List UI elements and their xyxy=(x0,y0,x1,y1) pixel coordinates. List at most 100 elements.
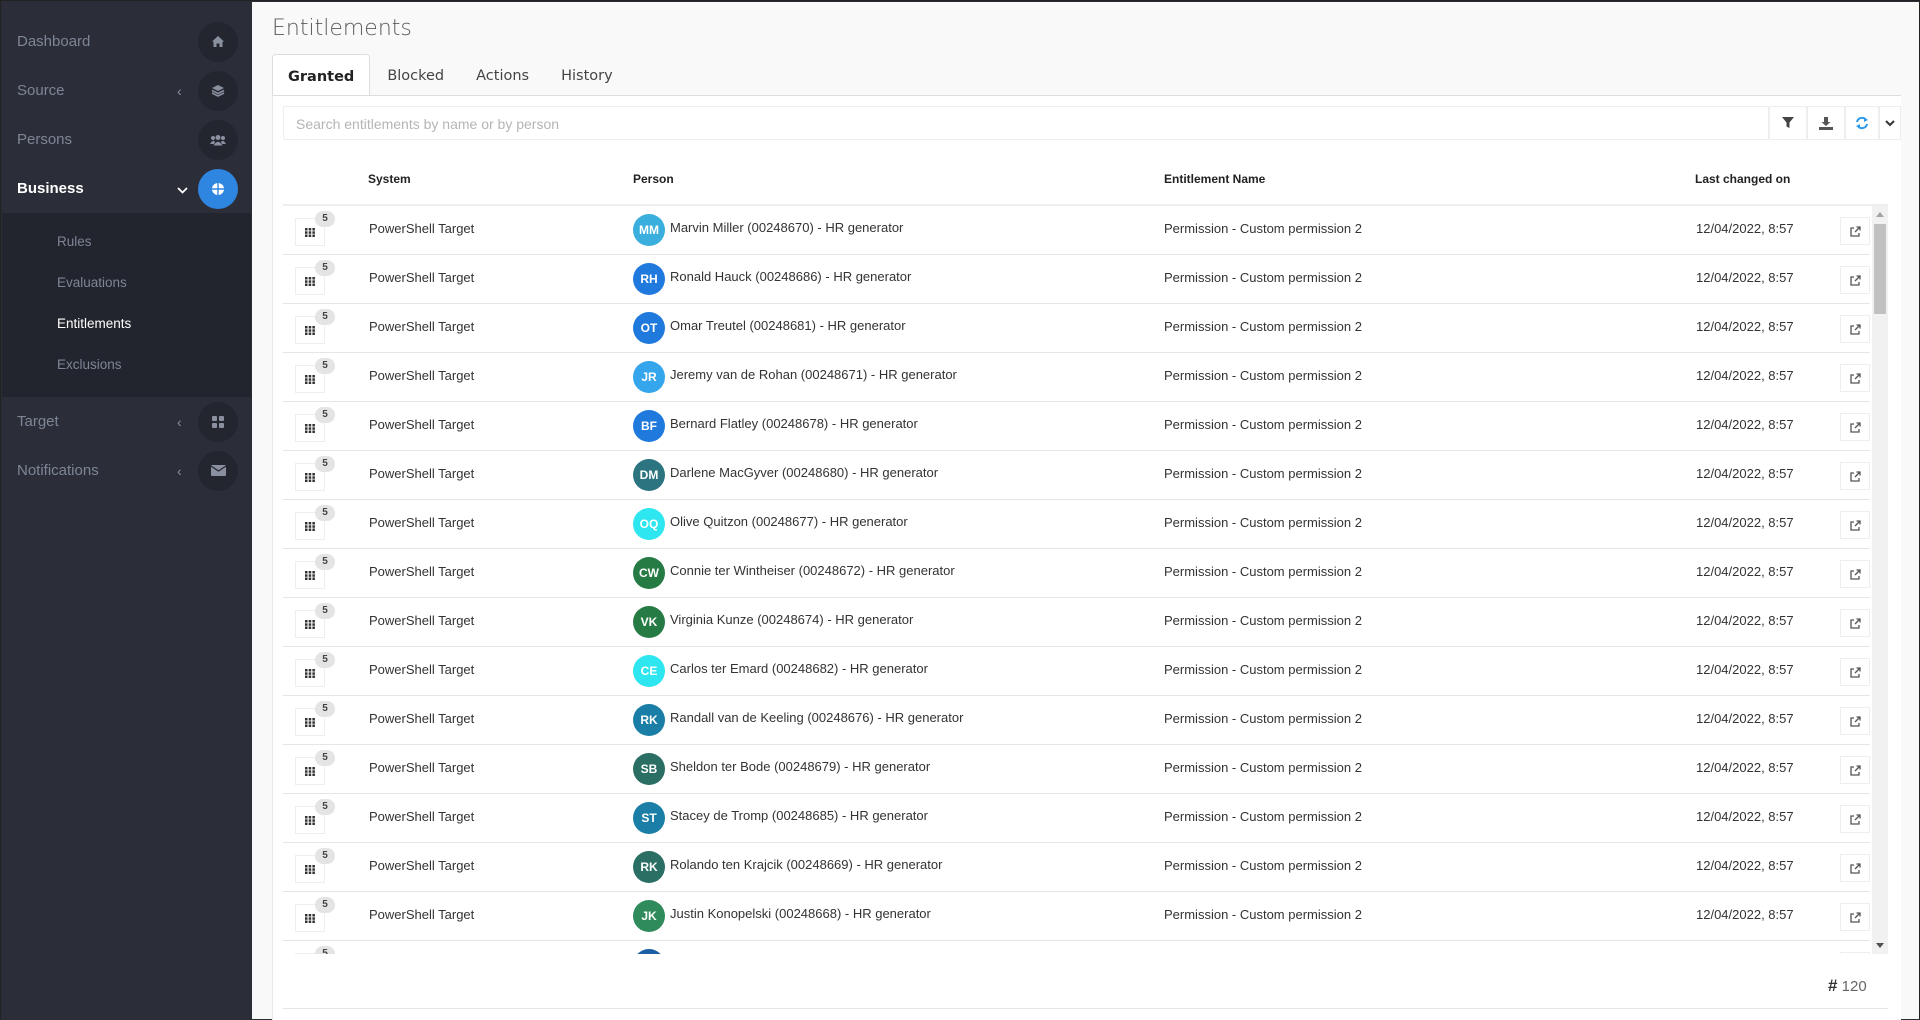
chevron-down-icon xyxy=(177,181,188,197)
person-link[interactable]: Ronald Hauck (00248686) - HR generator xyxy=(670,269,911,284)
count-badge: 5 xyxy=(315,750,335,766)
table-row[interactable]: 5 PowerShell Target CE Carlos ter Emard … xyxy=(283,647,1870,696)
table-row[interactable]: 5 PowerShell Target RH Ronald Hauck (002… xyxy=(283,255,1870,304)
system-cell: PowerShell Target xyxy=(369,466,475,481)
person-link[interactable]: Carlos ter Emard (00248682) - HR generat… xyxy=(670,661,928,676)
tab-blocked[interactable]: Blocked xyxy=(372,54,459,95)
open-external-button[interactable] xyxy=(1840,658,1870,686)
entitlements-panel: Search entitlements by name or by person… xyxy=(272,95,1901,1020)
table-row[interactable]: 5 PowerShell Target MM Marvin Miller (00… xyxy=(283,206,1870,255)
person-link[interactable]: Bernard Flatley (00248678) - HR generato… xyxy=(670,416,918,431)
last-changed-cell: 12/04/2022, 8:57 xyxy=(1696,368,1794,383)
person-link[interactable]: Justin Konopelski (00248668) - HR genera… xyxy=(670,906,931,921)
open-external-button[interactable] xyxy=(1840,707,1870,735)
table-row[interactable]: 5 PowerShell Target OQ Olive Quitzon (00… xyxy=(283,500,1870,549)
column-header-entitlement-name[interactable]: Entitlement Name xyxy=(1164,172,1265,186)
avatar: MM xyxy=(633,214,665,246)
sidebar-item-persons[interactable]: Persons xyxy=(2,115,251,164)
avatar: BF xyxy=(633,410,665,442)
system-cell: PowerShell Target xyxy=(369,662,475,677)
person-link[interactable]: Randall van de Keeling (00248676) - HR g… xyxy=(670,710,963,725)
person-link[interactable]: Rolando ten Krajcik (00248669) - HR gene… xyxy=(670,857,942,872)
table-row[interactable]: 5 PowerShell Target BF Bernard Flatley (… xyxy=(283,402,1870,451)
open-external-button[interactable] xyxy=(1840,952,1870,954)
open-external-button[interactable] xyxy=(1840,560,1870,588)
open-external-button[interactable] xyxy=(1840,217,1870,245)
person-link[interactable]: Virginia Kunze (00248674) - HR generator xyxy=(670,612,913,627)
sidebar-item-source[interactable]: Source ‹ xyxy=(2,66,251,115)
table-row[interactable]: 5 PowerShell Target RK Rolando ten Krajc… xyxy=(283,843,1870,892)
scroll-down-arrow-icon[interactable] xyxy=(1876,943,1884,948)
table-scrollbar[interactable] xyxy=(1872,206,1888,954)
open-external-button[interactable] xyxy=(1840,511,1870,539)
open-external-button[interactable] xyxy=(1840,903,1870,931)
person-link[interactable]: Connie ter Wintheiser (00248672) - HR ge… xyxy=(670,563,955,578)
scroll-thumb[interactable] xyxy=(1874,224,1886,314)
system-cell: PowerShell Target xyxy=(369,907,475,922)
system-cell: PowerShell Target xyxy=(369,809,475,824)
count-badge: 5 xyxy=(315,309,335,325)
more-options-button[interactable] xyxy=(1879,106,1901,140)
sidebar-item-notifications[interactable]: Notifications ‹ xyxy=(2,446,251,495)
hash-icon: # xyxy=(1828,976,1838,995)
table-header: System Person Entitlement Name Last chan… xyxy=(283,150,1888,206)
column-header-person[interactable]: Person xyxy=(633,172,674,186)
table-row[interactable]: 5 PowerShell Target VK Virginia Kunze (0… xyxy=(283,598,1870,647)
download-button[interactable] xyxy=(1807,106,1845,140)
person-link[interactable]: Sheldon ter Bode (00248679) - HR generat… xyxy=(670,759,930,774)
open-external-button[interactable] xyxy=(1840,266,1870,294)
total-count: # 120 xyxy=(1828,976,1867,995)
chevron-left-icon: ‹ xyxy=(177,462,182,479)
system-cell: PowerShell Target xyxy=(369,417,475,432)
tab-granted[interactable]: Granted xyxy=(272,54,371,96)
last-changed-cell: 12/04/2022, 8:57 xyxy=(1696,613,1794,628)
external-link-icon xyxy=(1849,764,1861,776)
sidebar-subitem-rules[interactable]: Rules xyxy=(2,221,251,262)
external-link-icon xyxy=(1849,911,1861,923)
sidebar-item-target[interactable]: Target ‹ xyxy=(2,397,251,446)
table-row[interactable]: 5 PowerShell Target JK Justin Konopelski… xyxy=(283,892,1870,941)
table-row[interactable]: 5 PowerShell Target ST Stacey de Tromp (… xyxy=(283,794,1870,843)
scroll-up-arrow-icon[interactable] xyxy=(1876,212,1884,217)
external-link-icon xyxy=(1849,862,1861,874)
table-row[interactable]: 5 PowerShell Target SB Sheldon ter Bode … xyxy=(283,745,1870,794)
open-external-button[interactable] xyxy=(1840,756,1870,784)
column-header-system[interactable]: System xyxy=(368,172,411,186)
person-link[interactable]: Marvin Miller (00248670) - HR generator xyxy=(670,220,903,235)
sidebar-item-dashboard[interactable]: Dashboard xyxy=(2,17,251,66)
grid-dots-icon xyxy=(305,423,315,433)
refresh-button[interactable] xyxy=(1845,106,1879,140)
table-row[interactable]: 5 PowerShell Target DM Darlene MacGyver … xyxy=(283,451,1870,500)
tab-history[interactable]: History xyxy=(546,54,628,95)
avatar: SB xyxy=(633,753,665,785)
person-link[interactable]: Olive Quitzon (00248677) - HR generator xyxy=(670,514,908,529)
column-header-last-changed[interactable]: Last changed on xyxy=(1695,172,1790,186)
search-input[interactable]: Search entitlements by name or by person xyxy=(283,106,1769,140)
envelope-icon xyxy=(198,450,238,491)
person-link[interactable]: Darlene MacGyver (00248680) - HR generat… xyxy=(670,465,938,480)
table-row[interactable]: 5 PowerShell Target JR Jeremy van de Roh… xyxy=(283,353,1870,402)
open-external-button[interactable] xyxy=(1840,805,1870,833)
sidebar-item-business[interactable]: Business xyxy=(2,164,251,213)
person-link[interactable]: Stacey de Tromp (00248685) - HR generato… xyxy=(670,808,928,823)
business-submenu: Rules Evaluations Entitlements Exclusion… xyxy=(2,213,251,397)
open-external-button[interactable] xyxy=(1840,462,1870,490)
open-external-button[interactable] xyxy=(1840,854,1870,882)
person-link[interactable]: Omar Treutel (00248681) - HR generator xyxy=(670,318,906,333)
table-row[interactable]: 5 PowerShell Target CW Connie ter Winthe… xyxy=(283,549,1870,598)
sidebar-subitem-entitlements[interactable]: Entitlements xyxy=(2,303,251,344)
sidebar-subitem-exclusions[interactable]: Exclusions xyxy=(2,344,251,385)
avatar: MK xyxy=(633,949,665,954)
open-external-button[interactable] xyxy=(1840,609,1870,637)
filter-button[interactable] xyxy=(1769,106,1807,140)
table-row[interactable]: 5 PowerShell Target RK Randall van de Ke… xyxy=(283,696,1870,745)
table-row[interactable]: 5 PowerShell Target MK Mildred Klocko (0… xyxy=(283,941,1870,954)
sidebar-subitem-evaluations[interactable]: Evaluations xyxy=(2,262,251,303)
last-changed-cell: 12/04/2022, 8:57 xyxy=(1696,809,1794,824)
open-external-button[interactable] xyxy=(1840,413,1870,441)
open-external-button[interactable] xyxy=(1840,315,1870,343)
open-external-button[interactable] xyxy=(1840,364,1870,392)
table-row[interactable]: 5 PowerShell Target OT Omar Treutel (002… xyxy=(283,304,1870,353)
person-link[interactable]: Jeremy van de Rohan (00248671) - HR gene… xyxy=(670,367,957,382)
tab-actions[interactable]: Actions xyxy=(461,54,544,95)
